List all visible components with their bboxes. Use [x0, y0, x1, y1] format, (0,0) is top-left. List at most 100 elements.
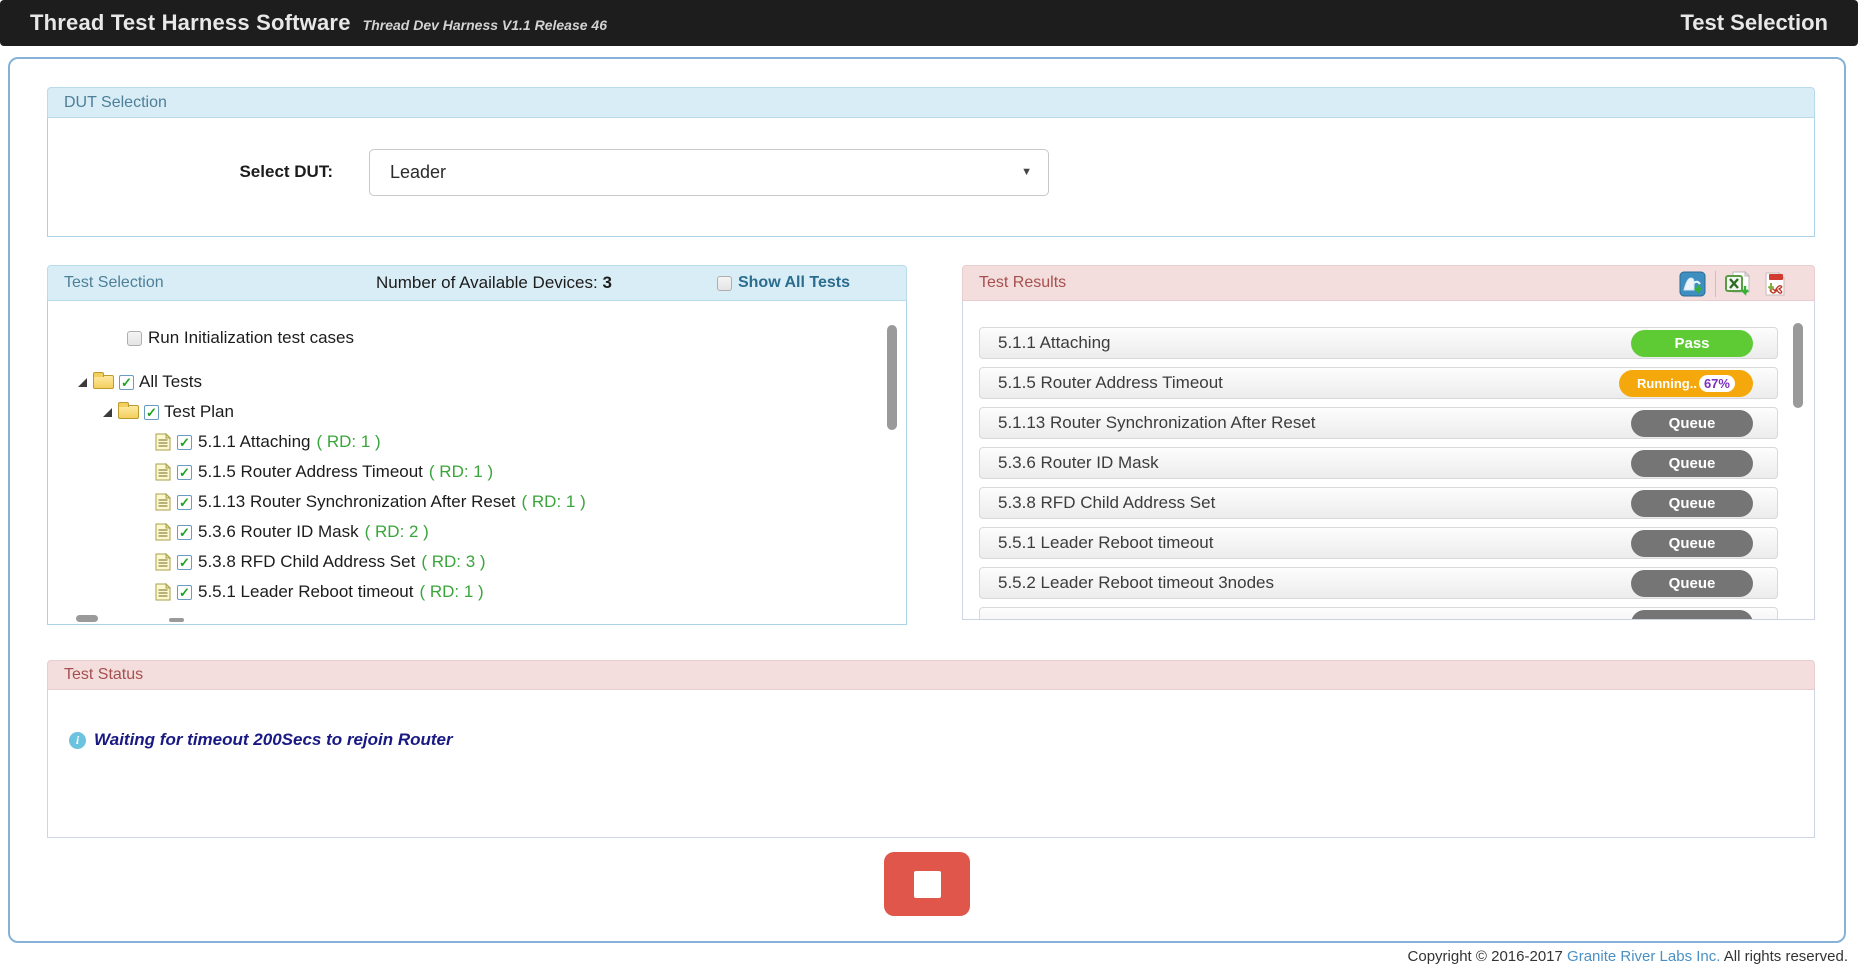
status-label: Running..: [1637, 376, 1697, 391]
tree-node-test-plan[interactable]: Test Plan: [103, 397, 906, 427]
run-initialization-checkbox[interactable]: [127, 331, 142, 346]
status-label: Queue: [1669, 535, 1716, 552]
test-result-row[interactable]: 5.3.6 Router ID Mask Queue: [979, 447, 1778, 479]
test-result-name: 5.1.13 Router Synchronization After Rese…: [998, 413, 1316, 433]
test-status-header: Test Status: [47, 660, 1815, 690]
pdf-export-icon[interactable]: [1760, 269, 1790, 299]
test-selection-vertical-scrollbar[interactable]: [887, 325, 897, 430]
test-case-name[interactable]: 5.5.1 Leader Reboot timeout: [198, 582, 413, 602]
test-tree: All Tests Test Plan: [48, 367, 906, 607]
test-result-row[interactable]: 5.3.8 RFD Child Address Set Queue: [979, 487, 1778, 519]
dut-selection-header: DUT Selection: [47, 87, 1815, 118]
progress-percent: 67%: [1699, 375, 1735, 392]
test-case-rd-count: ( RD: 1 ): [522, 492, 586, 512]
status-badge: Queue: [1631, 450, 1753, 477]
document-icon: [155, 553, 171, 571]
tree-test-case[interactable]: 5.3.8 RFD Child Address Set ( RD: 3 ): [155, 547, 906, 577]
status-badge: Queue: [1631, 410, 1753, 437]
tree-expander-icon[interactable]: [103, 408, 112, 417]
test-result-name: 5.3.6 Router ID Mask: [998, 453, 1159, 473]
test-result-name: 5.1.5 Router Address Timeout: [998, 373, 1223, 393]
checked-checkbox-icon[interactable]: [177, 465, 192, 480]
test-result-row[interactable]: 5.1.13 Router Synchronization After Rese…: [979, 407, 1778, 439]
checked-checkbox-icon[interactable]: [144, 405, 159, 420]
status-line: i Waiting for timeout 200Secs to rejoin …: [69, 730, 453, 750]
test-result-name: 5.3.8 RFD Child Address Set: [998, 493, 1215, 513]
test-result-name: 5.5.2 Leader Reboot timeout 3nodes: [998, 573, 1274, 593]
footer-copyright: Copyright © 2016-2017 Granite River Labs…: [1408, 948, 1848, 965]
tree-expander-icon[interactable]: [78, 378, 87, 387]
main-container: DUT Selection Select DUT: Leader ▼ Test …: [8, 57, 1846, 943]
test-results-body: 5.1.1 Attaching Pass 5.1.5 Router Addres…: [962, 301, 1815, 620]
app-title-bar: Thread Test Harness Software Thread Dev …: [0, 0, 1858, 46]
tree-node-label[interactable]: All Tests: [139, 372, 202, 392]
test-result-row[interactable]: 5.1.1 Attaching Pass: [979, 327, 1778, 359]
status-message: Waiting for timeout 200Secs to rejoin Ro…: [94, 730, 453, 750]
test-selection-panel: Test Selection Number of Available Devic…: [47, 265, 907, 625]
document-icon: [155, 493, 171, 511]
test-results-vertical-scrollbar[interactable]: [1793, 323, 1803, 408]
wireshark-export-icon[interactable]: [1678, 269, 1708, 299]
chevron-down-icon: ▼: [1021, 166, 1032, 178]
checked-checkbox-icon[interactable]: [119, 375, 134, 390]
show-all-tests-toggle[interactable]: Show All Tests: [717, 274, 850, 292]
test-selection-header: Test Selection Number of Available Devic…: [47, 265, 907, 301]
status-label: Queue: [1669, 415, 1716, 432]
test-case-name[interactable]: 5.3.8 RFD Child Address Set: [198, 552, 415, 572]
run-initialization-label: Run Initialization test cases: [148, 328, 354, 348]
test-result-row[interactable]: 5.1.5 Router Address Timeout Running.. 6…: [979, 367, 1778, 399]
checked-checkbox-icon[interactable]: [177, 585, 192, 600]
folder-icon: [93, 375, 114, 389]
test-results-header: Test Results: [962, 265, 1815, 301]
test-results-panel: Test Results: [962, 265, 1815, 620]
tree-test-case[interactable]: 5.3.6 Router ID Mask ( RD: 2 ): [155, 517, 906, 547]
test-results-list: 5.1.1 Attaching Pass 5.1.5 Router Addres…: [963, 327, 1814, 620]
document-icon: [155, 583, 171, 601]
test-case-name[interactable]: 5.1.1 Attaching: [198, 432, 310, 452]
dut-select-row: Select DUT: Leader ▼: [48, 148, 1814, 196]
page-title: Test Selection: [1680, 10, 1828, 36]
info-icon: i: [69, 732, 86, 749]
tree-test-case[interactable]: 5.1.5 Router Address Timeout ( RD: 1 ): [155, 457, 906, 487]
tree-test-case[interactable]: 5.1.13 Router Synchronization After Rese…: [155, 487, 906, 517]
status-badge: Running.. 67%: [1619, 370, 1753, 397]
test-case-rd-count: ( RD: 2 ): [365, 522, 429, 542]
tree-test-case[interactable]: 5.5.1 Leader Reboot timeout ( RD: 1 ): [155, 577, 906, 607]
granite-river-labs-link[interactable]: Granite River Labs Inc.: [1567, 948, 1720, 965]
run-initialization-toggle[interactable]: Run Initialization test cases: [127, 329, 906, 347]
tree-test-case[interactable]: 5.1.1 Attaching ( RD: 1 ): [155, 427, 906, 457]
test-case-rd-count: ( RD: 1 ): [429, 462, 493, 482]
test-result-row[interactable]: 5.5.2 Leader Reboot timeout 3nodes Queue: [979, 567, 1778, 599]
checked-checkbox-icon[interactable]: [177, 555, 192, 570]
status-label: Queue: [1669, 495, 1716, 512]
app-title: Thread Test Harness Software: [30, 10, 351, 36]
test-case-name[interactable]: 5.1.13 Router Synchronization After Rese…: [198, 492, 516, 512]
available-devices: Number of Available Devices: 3: [376, 273, 612, 293]
status-badge: Pass: [1631, 330, 1753, 357]
available-devices-label: Number of Available Devices:: [376, 273, 598, 292]
dut-select-dropdown[interactable]: Leader ▼: [369, 149, 1049, 196]
copyright-prefix: Copyright © 2016-2017: [1408, 948, 1568, 965]
test-selection-horizontal-scrollbar[interactable]: [76, 615, 98, 622]
status-badge: [1631, 610, 1753, 620]
test-case-name[interactable]: 5.3.6 Router ID Mask: [198, 522, 359, 542]
checked-checkbox-icon[interactable]: [177, 525, 192, 540]
show-all-tests-checkbox[interactable]: [717, 276, 732, 291]
excel-export-icon[interactable]: [1723, 269, 1753, 299]
checked-checkbox-icon[interactable]: [177, 435, 192, 450]
dut-selection-panel: DUT Selection Select DUT: Leader ▼: [47, 87, 1815, 237]
toolbar-divider: [1715, 271, 1716, 297]
checked-checkbox-icon[interactable]: [177, 495, 192, 510]
test-results-title: Test Results: [979, 274, 1066, 292]
document-icon: [155, 523, 171, 541]
stop-button[interactable]: [884, 852, 970, 916]
app-version: Thread Dev Harness V1.1 Release 46: [363, 17, 607, 33]
tree-node-all-tests[interactable]: All Tests: [78, 367, 906, 397]
test-case-name[interactable]: 5.1.5 Router Address Timeout: [198, 462, 423, 482]
copyright-suffix: All rights reserved.: [1720, 948, 1848, 965]
test-result-row[interactable]: 5.5.1 Leader Reboot timeout Queue: [979, 527, 1778, 559]
tree-node-label[interactable]: Test Plan: [164, 402, 234, 422]
test-result-row[interactable]: [979, 607, 1778, 620]
test-selection-body: Run Initialization test cases All Tests …: [47, 301, 907, 625]
status-badge: Queue: [1631, 490, 1753, 517]
